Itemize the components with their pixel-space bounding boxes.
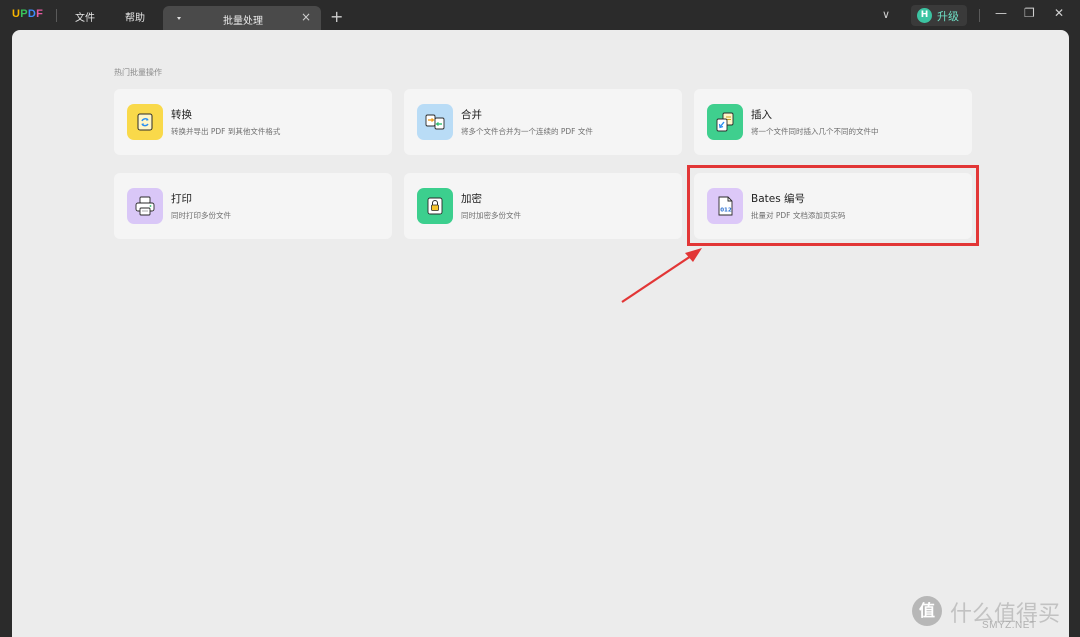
chevron-down-icon[interactable]: ∨ <box>882 8 890 21</box>
convert-icon <box>127 104 163 140</box>
restore-icon[interactable]: ❐ <box>1024 6 1035 20</box>
card-combine[interactable]: 合并 将多个文件合并为一个连续的 PDF 文件 <box>404 89 682 155</box>
menu-file[interactable]: 文件 <box>75 9 95 24</box>
tab-title: 批量处理 <box>223 16 263 27</box>
watermark-sub: SMYZ.NET <box>982 620 1037 631</box>
app-logo[interactable]: UPDF <box>12 8 43 20</box>
card-title: 打印 <box>171 193 192 205</box>
encrypt-icon <box>417 188 453 224</box>
card-convert[interactable]: 转换 转换并导出 PDF 到其他文件格式 <box>114 89 392 155</box>
divider <box>979 9 980 22</box>
watermark-badge: 值 <box>912 596 942 626</box>
watermark: 值 什么值得买 SMYZ.NET <box>912 594 1080 634</box>
card-title: 加密 <box>461 193 482 205</box>
close-icon[interactable]: ✕ <box>1054 6 1064 20</box>
batch-panel: 热门批量操作 转换 转换并导出 PDF 到其他文件格式 合并 将多个文件合并为一… <box>12 30 1069 637</box>
card-insert[interactable]: 插入 将一个文件同时插入几个不同的文件中 <box>694 89 972 155</box>
avatar: H <box>917 8 932 23</box>
card-description: 将多个文件合并为一个连续的 PDF 文件 <box>461 127 593 136</box>
new-tab-button[interactable]: + <box>330 7 343 26</box>
menu-help[interactable]: 帮助 <box>125 9 145 24</box>
upgrade-label: 升级 <box>937 10 959 23</box>
tab-close-icon[interactable]: × <box>301 10 311 24</box>
section-title: 热门批量操作 <box>114 68 162 77</box>
highlight-box <box>687 165 979 246</box>
card-title: 插入 <box>751 109 772 121</box>
card-description: 转换并导出 PDF 到其他文件格式 <box>171 127 281 136</box>
print-icon <box>127 188 163 224</box>
card-description: 同时打印多份文件 <box>171 211 231 220</box>
arrow-annotation <box>621 248 702 303</box>
card-description: 将一个文件同时插入几个不同的文件中 <box>751 127 879 136</box>
card-encrypt[interactable]: 加密 同时加密多份文件 <box>404 173 682 239</box>
insert-icon <box>707 104 743 140</box>
card-title: 转换 <box>171 109 192 121</box>
card-print[interactable]: 打印 同时打印多份文件 <box>114 173 392 239</box>
title-bar: UPDF 文件 帮助 批量处理 × + ∨ H 升级 — ❐ ✕ <box>0 0 1080 32</box>
tab-batch[interactable]: 批量处理 × <box>163 6 321 32</box>
upgrade-button[interactable]: H 升级 <box>911 5 967 26</box>
card-description: 同时加密多份文件 <box>461 211 521 220</box>
divider <box>56 9 57 22</box>
tab-menu-icon[interactable] <box>177 17 181 20</box>
combine-icon <box>417 104 453 140</box>
minimize-icon[interactable]: — <box>995 6 1007 20</box>
card-title: 合并 <box>461 109 482 121</box>
